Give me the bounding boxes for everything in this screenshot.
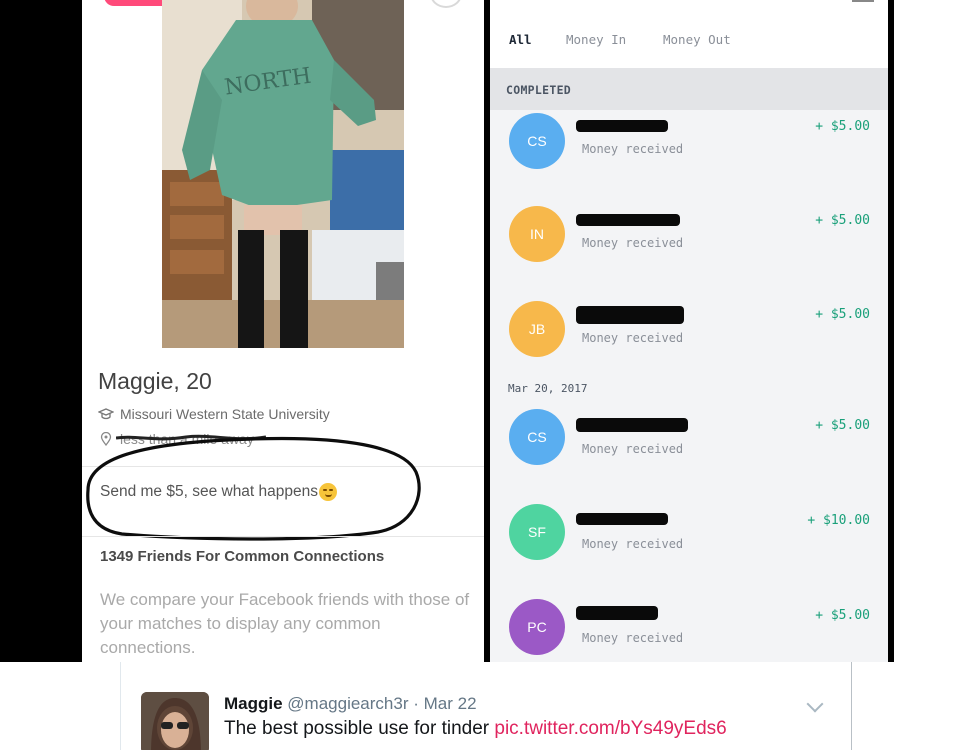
- redacted-sender-name: [576, 214, 680, 226]
- transaction-row[interactable]: IN Money received + $5.00: [490, 204, 888, 284]
- completed-label: COMPLETED: [506, 83, 572, 97]
- tweet-card[interactable]: Maggie @maggiearch3r · Mar 22 The best p…: [120, 662, 852, 750]
- sender-avatar: PC: [509, 599, 565, 655]
- completed-section-header: COMPLETED: [490, 68, 888, 110]
- activity-header: All Money In Money Out: [490, 0, 888, 68]
- transaction-type: Money received: [582, 537, 684, 551]
- bio-text-value: Send me $5, see what happens: [100, 483, 319, 500]
- screenshot-frame-right: [888, 0, 894, 662]
- avatar-initials: SF: [528, 524, 546, 540]
- profile-photo-image: NORTH: [162, 0, 404, 348]
- tweet-author-handle[interactable]: @maggiearch3r: [287, 694, 408, 713]
- tab-all[interactable]: All: [509, 32, 532, 47]
- transaction-row[interactable]: SF Money received + $10.00: [490, 503, 888, 583]
- avatar-initials: JB: [528, 321, 546, 337]
- section-divider: [82, 536, 486, 537]
- chevron-down-icon[interactable]: [806, 695, 824, 713]
- avatar-initials: PC: [527, 619, 547, 635]
- tweet-separator: ·: [413, 694, 419, 713]
- date-group-label: Mar 20, 2017: [508, 382, 588, 395]
- transaction-amount: + $5.00: [815, 119, 870, 134]
- tweet-media-link[interactable]: pic.twitter.com/bYs49yEds6: [494, 718, 726, 739]
- transaction-amount: + $5.00: [815, 608, 870, 623]
- graduation-cap-icon: [97, 407, 115, 421]
- tweet-header: Maggie @maggiearch3r · Mar 22: [224, 694, 477, 714]
- transaction-amount: + $10.00: [807, 513, 870, 528]
- avatar-initials: IN: [530, 226, 544, 242]
- scribble-overlay: [116, 434, 266, 441]
- transaction-amount: + $5.00: [815, 213, 870, 228]
- redacted-sender-name: [576, 418, 688, 432]
- transaction-type: Money received: [582, 331, 684, 345]
- left-black-border: [0, 0, 82, 662]
- avatar-initials: CS: [527, 133, 547, 149]
- smirk-emoji-icon: [319, 483, 338, 501]
- tab-money-in[interactable]: Money In: [566, 32, 626, 47]
- redacted-sender-name: [576, 306, 684, 324]
- activity-tabs: All Money In Money Out: [490, 32, 888, 54]
- profile-photo[interactable]: NORTH: [162, 0, 404, 348]
- common-connections-title: 1349 Friends For Common Connections: [100, 548, 385, 565]
- avatar-photo: [141, 692, 209, 750]
- distance-text: less than a mile away: [116, 431, 266, 447]
- school-row: Missouri Western State University: [97, 406, 330, 422]
- redacted-sender-name: [576, 606, 658, 620]
- tinder-profile-card: NORTH Maggie, 20 Missouri Western State …: [82, 0, 486, 662]
- transaction-row[interactable]: CS Money received + $5.00: [490, 110, 888, 190]
- transaction-type: Money received: [582, 442, 684, 456]
- transaction-amount: + $5.00: [815, 307, 870, 322]
- tab-money-out[interactable]: Money Out: [663, 32, 731, 47]
- tweet-text: The best possible use for tinder pic.twi…: [224, 718, 727, 740]
- distance-row: less than a mile away: [98, 431, 266, 447]
- sender-avatar: IN: [509, 206, 565, 262]
- redacted-sender-name: [576, 513, 668, 525]
- tweet-date[interactable]: Mar 22: [424, 694, 477, 713]
- tweet-body: The best possible use for tinder: [224, 718, 490, 739]
- sender-avatar: CS: [509, 113, 565, 169]
- transaction-type: Money received: [582, 631, 684, 645]
- transaction-type: Money received: [582, 236, 684, 250]
- menu-icon[interactable]: [852, 0, 874, 2]
- sender-avatar: CS: [509, 409, 565, 465]
- transaction-type: Money received: [582, 142, 684, 156]
- bio-text: Send me $5, see what happens: [100, 483, 338, 501]
- avatar-initials: CS: [527, 429, 547, 445]
- school-name: Missouri Western State University: [120, 406, 330, 422]
- profile-name-age: Maggie, 20: [98, 368, 212, 394]
- section-divider: [82, 466, 486, 467]
- location-pin-icon: [98, 431, 114, 447]
- redacted-sender-name: [576, 120, 668, 132]
- sender-avatar: SF: [509, 504, 565, 560]
- sender-avatar: JB: [509, 301, 565, 357]
- transaction-amount: + $5.00: [815, 418, 870, 433]
- transaction-row[interactable]: CS Money received + $5.00: [490, 408, 888, 488]
- payment-activity-panel: All Money In Money Out COMPLETED CS Mone…: [490, 0, 888, 662]
- common-connections-description: We compare your Facebook friends with th…: [100, 590, 470, 657]
- info-button[interactable]: [430, 0, 462, 8]
- transaction-row[interactable]: PC Money received + $5.00: [490, 598, 888, 662]
- tweet-author-avatar[interactable]: [141, 692, 209, 750]
- tweet-author-name[interactable]: Maggie: [224, 694, 283, 713]
- transaction-row[interactable]: JB Money received + $5.00: [490, 298, 888, 378]
